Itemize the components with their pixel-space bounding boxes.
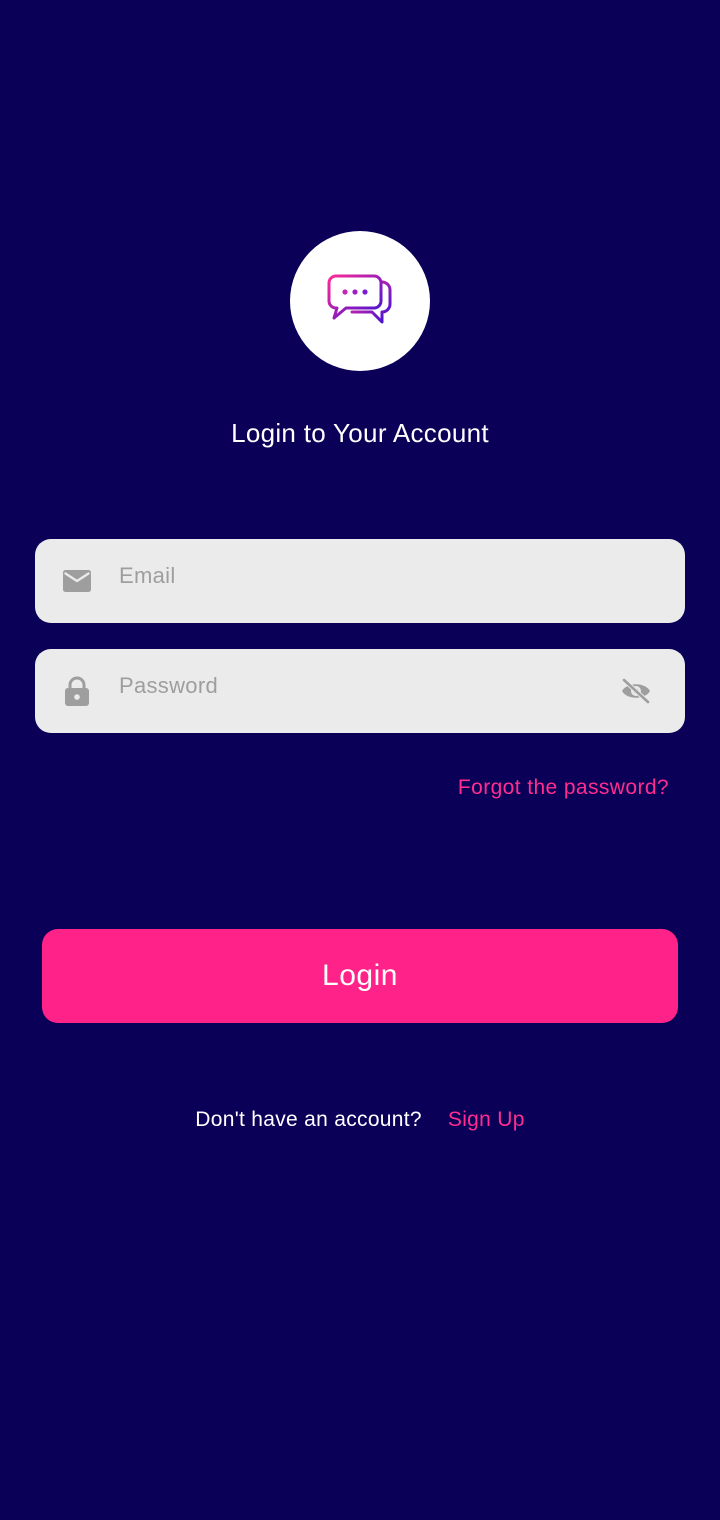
chat-bubbles-icon bbox=[327, 274, 392, 324]
login-button[interactable]: Login bbox=[42, 929, 678, 1023]
password-field[interactable]: Password bbox=[35, 649, 685, 733]
lock-icon bbox=[62, 676, 92, 706]
page-title: Login to Your Account bbox=[231, 418, 489, 448]
email-field[interactable]: Email bbox=[35, 539, 685, 623]
mail-icon bbox=[62, 566, 92, 596]
forgot-password-link[interactable]: Forgot the password? bbox=[458, 776, 669, 800]
signup-link[interactable]: Sign Up bbox=[448, 1108, 525, 1131]
eye-off-icon[interactable] bbox=[620, 676, 652, 706]
email-placeholder: Email bbox=[119, 563, 176, 588]
app-logo bbox=[290, 231, 430, 371]
signup-prompt: Don't have an account? Sign Up bbox=[0, 1108, 720, 1132]
password-placeholder: Password bbox=[119, 673, 218, 698]
signup-question: Don't have an account? bbox=[195, 1108, 422, 1131]
